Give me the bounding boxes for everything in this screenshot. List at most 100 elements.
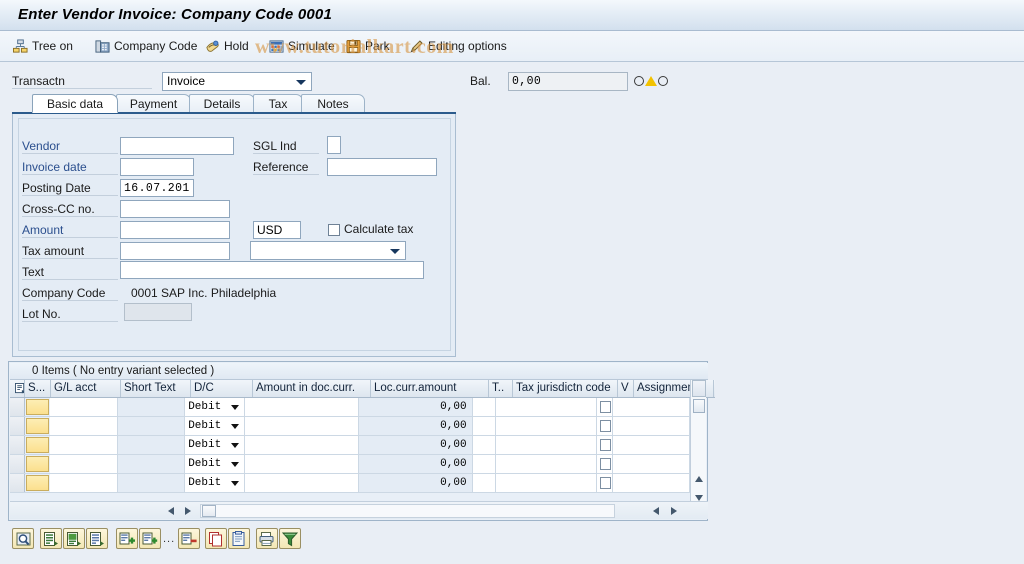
row-status-cell[interactable] [26,399,49,415]
row-cell-amount-in-doc-curr-[interactable] [245,436,359,454]
amount-input[interactable] [120,221,230,239]
tab-tax[interactable]: Tax [253,94,303,113]
tab-basic-data[interactable]: Basic data [32,94,118,113]
scroll-left-arrow-icon[interactable] [165,505,178,518]
toolbar-button-hold[interactable]: Hold [202,35,252,57]
column-header-amount-in-doc-curr-[interactable]: Amount in doc.curr. [253,380,371,397]
row-select-cell[interactable] [10,455,25,473]
row-status-cell[interactable] [26,456,49,472]
invoice-date-input[interactable] [120,158,194,176]
row-cell-short-text[interactable] [118,474,186,492]
table-row[interactable]: Debit0,00 [10,436,690,455]
column-header-tax-jurisdictn-code[interactable]: Tax jurisdictn code [513,380,618,397]
items-grid-vertical-scrollbar[interactable] [690,380,706,503]
row-status-cell[interactable] [26,475,49,491]
row-cell-tax-jurisdictn-code[interactable] [496,436,597,454]
column-header-t-[interactable]: T.. [489,380,513,397]
sgl-ind-input[interactable] [327,136,341,154]
column-header-loc-curr-amount[interactable]: Loc.curr.amount [371,380,489,397]
bottom-toolbar-insert-rows-more-button[interactable] [139,528,161,549]
row-cell-short-text[interactable] [118,417,186,435]
bottom-toolbar-select-list-button[interactable] [86,528,108,549]
row-debit-credit-dropdown[interactable]: Debit [185,398,245,416]
row-select-cell[interactable] [10,436,25,454]
vertical-scrollbar-thumb[interactable] [693,399,705,413]
tax-code-dropdown[interactable] [250,241,406,260]
row-cell-amount-in-doc-curr-[interactable] [245,398,359,416]
row-cell-assignment[interactable] [613,417,690,435]
row-select-cell[interactable] [10,474,25,492]
bottom-toolbar-insert-row-button[interactable] [116,528,138,549]
table-row[interactable]: Debit 0,00 [10,417,690,436]
row-cell-short-text[interactable] [118,455,186,473]
tab-notes[interactable]: Notes [301,94,365,113]
column-header-short-text[interactable]: Short Text [121,380,191,397]
row-cell-g-l-acct[interactable] [50,436,118,454]
select-all-rows-icon[interactable] [10,380,25,397]
row-debit-credit-dropdown[interactable]: Debit [185,417,245,435]
checkbox-icon[interactable] [600,439,611,451]
tax-amount-input[interactable] [120,242,230,260]
calculate-tax-checkbox[interactable] [328,224,340,236]
row-tax-valid-checkbox[interactable] [597,474,613,492]
row-cell-assignment[interactable] [613,436,690,454]
row-tax-valid-checkbox[interactable] [597,417,613,435]
row-local-currency-amount[interactable]: 0,00 [359,398,473,416]
cross-cc-no-input[interactable] [120,200,230,218]
row-cell-g-l-acct[interactable] [50,417,118,435]
items-grid-horizontal-scrollbar[interactable] [10,501,708,519]
row-local-currency-amount[interactable]: 0,00 [359,474,473,492]
row-cell-t-[interactable] [473,455,496,473]
vendor-input[interactable] [120,137,234,155]
tab-details[interactable]: Details [189,94,255,113]
row-status-cell[interactable] [26,418,49,434]
row-cell-amount-in-doc-curr-[interactable] [245,417,359,435]
row-local-currency-amount[interactable]: 0,00 [359,417,473,435]
row-status-cell[interactable] [26,437,49,453]
bottom-toolbar-copy-button[interactable] [205,528,227,549]
column-header-g-l-acct[interactable]: G/L acct [51,380,121,397]
row-cell-t-[interactable] [473,417,496,435]
row-cell-t-[interactable] [473,436,496,454]
row-debit-credit-dropdown[interactable]: Debit [185,436,245,454]
row-cell-tax-jurisdictn-code[interactable] [496,455,597,473]
column-header-d-c[interactable]: D/C [191,380,253,397]
row-cell-tax-jurisdictn-code[interactable] [496,474,597,492]
checkbox-icon[interactable] [600,458,611,470]
reference-input[interactable] [327,158,437,176]
row-cell-t-[interactable] [473,398,496,416]
tab-payment[interactable]: Payment [116,94,191,113]
row-tax-valid-checkbox[interactable] [597,455,613,473]
row-debit-credit-dropdown[interactable]: Debit [185,455,245,473]
bottom-toolbar-paste-button[interactable] [228,528,250,549]
row-cell-tax-jurisdictn-code[interactable] [496,398,597,416]
row-cell-assignment[interactable] [613,474,690,492]
row-tax-valid-checkbox[interactable] [597,398,613,416]
bottom-toolbar-print-button[interactable] [256,528,278,549]
scroll-page-left-arrow-icon[interactable] [650,505,663,518]
checkbox-icon[interactable] [600,420,611,432]
bottom-toolbar-filter-button[interactable] [279,528,301,549]
toolbar-button-park[interactable]: Park [343,35,393,57]
row-select-cell[interactable] [10,398,25,416]
row-debit-credit-dropdown[interactable]: Debit [185,474,245,492]
more-options-ellipsis[interactable]: ... [163,533,175,545]
checkbox-icon[interactable] [600,401,611,413]
bottom-toolbar-delete-row-button[interactable] [178,528,200,549]
currency-input[interactable] [253,221,301,239]
row-cell-g-l-acct[interactable] [50,455,118,473]
row-cell-assignment[interactable] [613,455,690,473]
bottom-toolbar-change-list-button[interactable] [63,528,85,549]
scroll-up-arrow-icon[interactable] [693,473,706,486]
column-header-s-[interactable]: S... [25,380,51,397]
horizontal-scrollbar-thumb[interactable] [202,505,216,517]
row-cell-t-[interactable] [473,474,496,492]
text-input[interactable] [120,261,424,279]
table-row[interactable]: Debit0,00 [10,455,690,474]
posting-date-input[interactable] [120,179,194,197]
row-cell-amount-in-doc-curr-[interactable] [245,474,359,492]
horizontal-scrollbar-track[interactable] [200,504,615,518]
row-select-cell[interactable] [10,417,25,435]
row-cell-assignment[interactable] [613,398,690,416]
row-cell-amount-in-doc-curr-[interactable] [245,455,359,473]
